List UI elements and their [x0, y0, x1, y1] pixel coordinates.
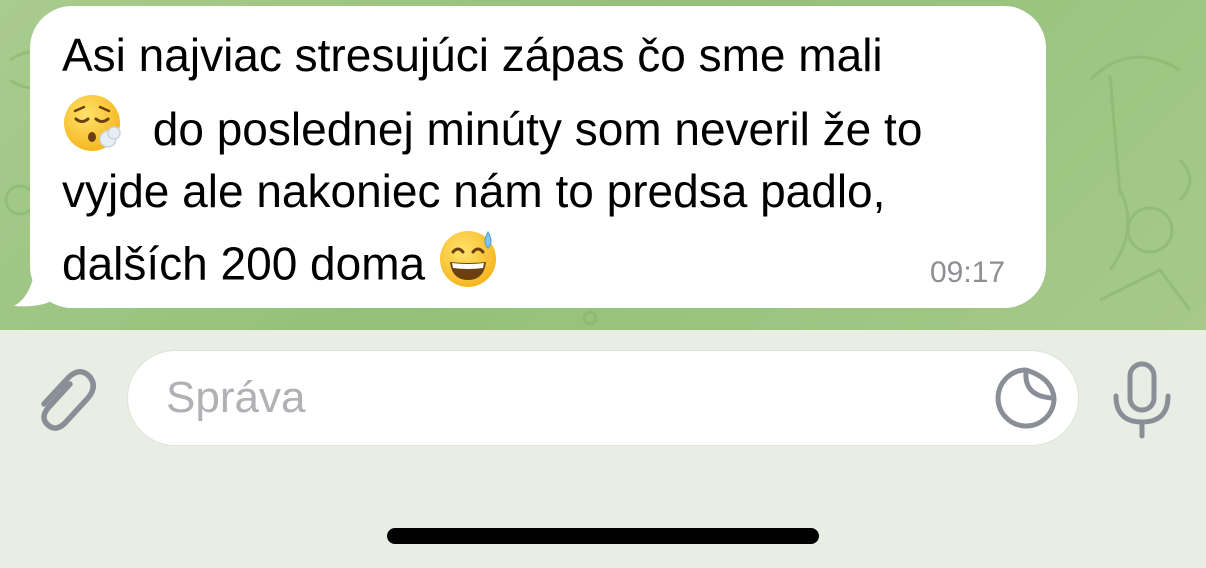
message-line-4-wrap: dalších 200 doma: [62, 231, 500, 290]
message-line-1: Asi najviac stresujúci zápas čo sme mali: [62, 29, 883, 81]
microphone-icon: [1113, 361, 1171, 439]
message-line-2: do poslednej minúty som neveril že to: [152, 102, 923, 155]
exhaling-face-emoji: [62, 93, 124, 166]
sticker-button[interactable]: [994, 366, 1058, 430]
message-line-2-wrap: do poslednej minúty som neveril že to: [62, 95, 922, 155]
message-timestamp: 09:17: [930, 256, 1006, 289]
grinning-sweat-emoji: [438, 228, 500, 301]
message-line-3: vyjde ale nakoniec nám to predsa padlo,: [62, 165, 886, 217]
message-input-placeholder: Správa: [166, 373, 306, 422]
microphone-button[interactable]: [1110, 360, 1174, 440]
home-indicator: [387, 528, 819, 544]
paperclip-icon: [41, 369, 96, 431]
sticker-icon: [995, 367, 1057, 429]
attach-button[interactable]: [30, 362, 100, 436]
message-line-4: dalších 200 doma: [62, 237, 426, 290]
